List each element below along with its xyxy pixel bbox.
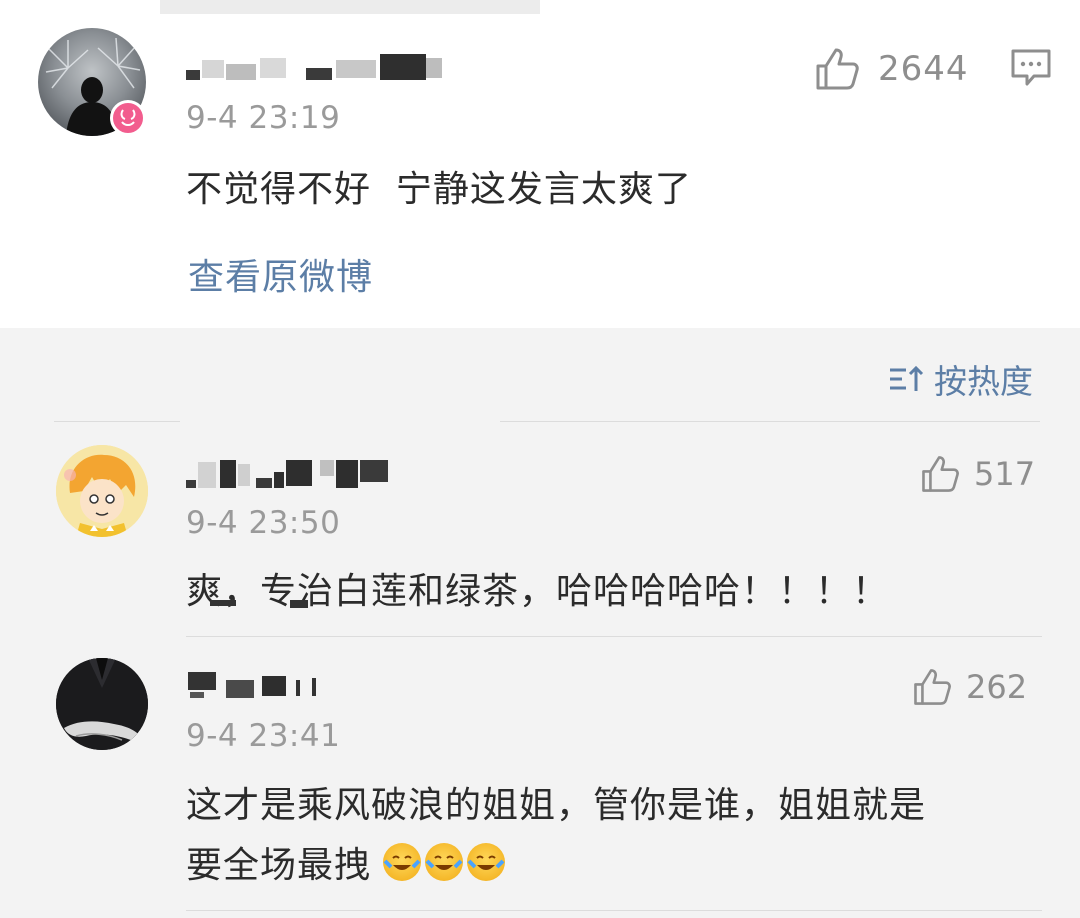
redaction-mark: [210, 600, 236, 606]
thumbs-up-icon: [914, 669, 951, 705]
comment-icon: [1011, 49, 1051, 86]
top-comment-card: 9-4 23:19 2644 不觉得不好 宁静这发言太爽了 查看原微博: [0, 0, 1080, 328]
avatar-image: [56, 445, 148, 537]
comment-text-line2-text: 要全场最拽: [186, 845, 372, 886]
bunny-icon: [120, 109, 136, 126]
divider-mask: [180, 418, 500, 425]
reply-button[interactable]: [1010, 48, 1052, 92]
thumbs-up-icon: [816, 48, 859, 90]
like-count: 262: [966, 668, 1028, 706]
laughing-crying-emoji-icon: [467, 843, 506, 881]
like-count: 517: [974, 455, 1036, 493]
comment-time: 9-4 23:41: [186, 718, 341, 754]
redaction-mark: [290, 600, 308, 608]
top-strip: [160, 0, 540, 14]
verified-badge: [110, 100, 146, 136]
like-count: 2644: [878, 49, 969, 89]
comment-time: 9-4 23:50: [186, 505, 341, 541]
username-redacted[interactable]: [186, 458, 406, 490]
avatar-image: [56, 658, 148, 750]
comment-text-line1: 这才是乘风破浪的姐姐，管你是谁，姐姐就是: [186, 785, 927, 826]
like-button[interactable]: 517: [920, 454, 1035, 494]
divider: [186, 636, 1042, 637]
sort-label: 按热度: [934, 362, 1033, 401]
comment-text: 不觉得不好 宁静这发言太爽了: [186, 169, 692, 210]
like-button[interactable]: 2644: [814, 46, 969, 92]
comment-text-line2: 要全场最拽: [186, 836, 506, 888]
like-button[interactable]: 262: [912, 667, 1027, 707]
sort-icon: [890, 365, 924, 391]
laughing-crying-emoji-icon: [425, 843, 464, 881]
avatar[interactable]: [56, 445, 148, 537]
username-redacted[interactable]: [186, 668, 336, 700]
laughing-crying-emoji-icon: [383, 843, 422, 881]
divider: [186, 910, 1042, 911]
avatar[interactable]: [56, 658, 148, 750]
sort-by-hot-button[interactable]: 按热度: [888, 355, 1033, 403]
thumbs-up-icon: [922, 456, 959, 492]
view-original-link[interactable]: 查看原微博: [188, 248, 373, 300]
comment-time: 9-4 23:19: [186, 100, 341, 136]
username-redacted[interactable]: [186, 52, 446, 82]
